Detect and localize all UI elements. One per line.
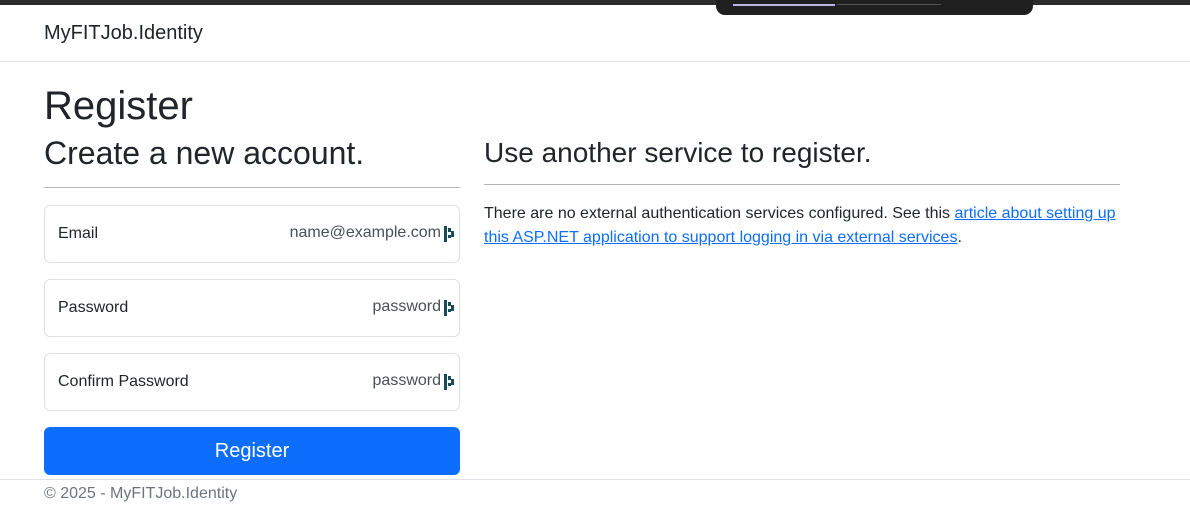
page-title: Register	[44, 84, 193, 128]
password-label: Password	[58, 299, 129, 316]
copyright-text: © 2025 - MyFITJob.Identity	[44, 485, 238, 502]
divider	[484, 184, 1120, 185]
message-text: There are no external authentication ser…	[484, 205, 955, 222]
brand-link[interactable]: MyFITJob.Identity	[44, 22, 203, 45]
email-label: Email	[58, 225, 99, 242]
password-input[interactable]	[241, 298, 441, 316]
footer: © 2025 - MyFITJob.Identity	[0, 479, 1190, 531]
message-end: .	[957, 229, 962, 246]
password-manager-icon[interactable]	[444, 300, 454, 316]
password-manager-icon[interactable]	[444, 226, 454, 242]
external-login-message: There are no external authentication ser…	[484, 202, 1124, 250]
register-button[interactable]: Register	[44, 427, 460, 475]
divider	[44, 187, 460, 188]
password-manager-icon[interactable]	[444, 374, 454, 390]
email-field[interactable]: Email	[44, 205, 460, 263]
password-field[interactable]: Password	[44, 279, 460, 337]
confirm-password-field[interactable]: Confirm Password	[44, 353, 460, 411]
confirm-password-input[interactable]	[241, 372, 441, 390]
navbar: MyFITJob.Identity	[0, 5, 1190, 62]
confirm-password-label: Confirm Password	[58, 373, 189, 390]
register-form-heading: Create a new account.	[44, 135, 365, 171]
external-login-heading: Use another service to register.	[484, 137, 872, 168]
email-input[interactable]	[241, 224, 441, 242]
